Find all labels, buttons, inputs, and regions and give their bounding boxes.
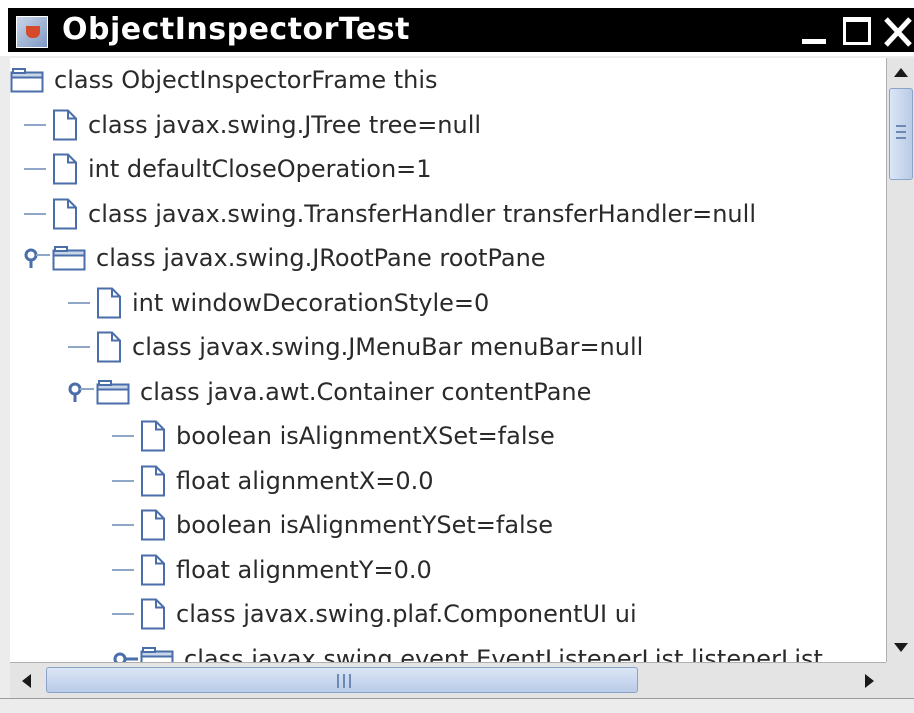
file-icon (140, 509, 166, 541)
tree-node-label: class javax.swing.plaf.ComponentUI ui (176, 600, 637, 628)
tree-node-leaf[interactable]: boolean isAlignmentYSet=false (112, 503, 553, 547)
tree-node-branch[interactable]: class javax.swing.event.EventListenerLis… (112, 637, 823, 663)
arrow-down-icon (894, 643, 908, 652)
tree-node-label: float alignmentX=0.0 (176, 466, 434, 495)
java-app-icon[interactable] (16, 16, 48, 48)
tree-connector-line (68, 301, 90, 304)
scroll-left-button[interactable] (14, 669, 40, 693)
file-icon (140, 420, 166, 452)
file-icon (96, 331, 122, 363)
grip-icon (896, 137, 906, 139)
horizontal-scroll-thumb[interactable] (46, 667, 638, 693)
tree-node-leaf[interactable]: float alignmentY=0.0 (112, 548, 432, 592)
folder-icon (10, 67, 44, 93)
window: ObjectInspectorTest class ObjectInspecto… (0, 0, 914, 713)
tree-node-label: int windowDecorationStyle=0 (132, 288, 490, 317)
folder-icon (96, 379, 130, 405)
tree-connector-line (112, 524, 134, 526)
grip-icon (349, 674, 351, 688)
close-button[interactable] (880, 14, 914, 48)
collapsed-handle-icon[interactable] (112, 647, 140, 662)
tree-node-branch[interactable]: class java.awt.Container contentPane (68, 370, 591, 414)
tree-node-label: class javax.swing.JTree tree=null (88, 110, 482, 139)
tree-connector-line (112, 479, 134, 482)
vertical-scroll-thumb[interactable] (889, 88, 913, 180)
grip-icon (896, 125, 906, 127)
scroll-corner (886, 662, 914, 698)
tree-node-leaf[interactable]: class javax.swing.TransferHandler transf… (24, 192, 756, 236)
horizontal-scrollbar[interactable] (10, 662, 886, 698)
tree-connector-line (112, 568, 134, 571)
tree-node-label: class javax.swing.TransferHandler transf… (88, 199, 756, 228)
file-icon (140, 598, 166, 630)
scroll-up-button[interactable] (889, 60, 913, 86)
window-bottom-edge (0, 698, 914, 713)
scroll-right-button[interactable] (856, 669, 882, 693)
tree-connector-line (112, 435, 134, 437)
tree-node-label: class ObjectInspectorFrame this (54, 66, 438, 94)
tree-connector-line (24, 212, 46, 215)
file-icon (140, 554, 166, 586)
arrow-up-icon (894, 68, 908, 77)
expanded-handle-icon[interactable] (24, 246, 52, 270)
tree-node-leaf[interactable]: int defaultCloseOperation=1 (24, 147, 432, 191)
tree-node-label: float alignmentY=0.0 (176, 555, 432, 584)
tree-node-leaf[interactable]: class javax.swing.plaf.ComponentUI ui (112, 592, 637, 636)
tree-connector-line (112, 613, 134, 615)
close-icon (884, 17, 912, 47)
tree-node-leaf[interactable]: int windowDecorationStyle=0 (68, 281, 489, 325)
file-icon (52, 153, 78, 185)
tree-node-leaf[interactable]: boolean isAlignmentXSet=false (112, 414, 555, 458)
tree-node-label: class javax.swing.event.EventListenerLis… (184, 644, 823, 663)
grip-icon (343, 674, 345, 688)
file-icon (140, 465, 166, 497)
tree-connector-line (68, 346, 90, 348)
tree-node-leaf[interactable]: class javax.swing.JTree tree=null (24, 103, 481, 147)
file-icon (52, 109, 78, 141)
vertical-scrollbar[interactable] (886, 58, 914, 662)
window-title: ObjectInspectorTest (62, 12, 410, 47)
file-icon (96, 287, 122, 319)
folder-icon (52, 245, 86, 271)
tree-node-label: class javax.swing.JRootPane rootPane (96, 244, 546, 272)
scroll-down-button[interactable] (889, 634, 913, 660)
arrow-right-icon (865, 674, 874, 688)
tree-node-label: class javax.swing.JMenuBar menuBar=null (132, 333, 644, 361)
tree-node-label: class java.awt.Container contentPane (140, 377, 592, 406)
tree-node-branch[interactable]: class javax.swing.JRootPane rootPane (24, 236, 546, 280)
object-tree[interactable]: class ObjectInspectorFrame this class jav… (10, 58, 886, 662)
tree-node-label: boolean isAlignmentXSet=false (176, 422, 555, 450)
grip-icon (337, 674, 339, 688)
arrow-left-icon (22, 674, 31, 688)
maximize-button[interactable] (840, 14, 874, 48)
tree-connector-line (24, 168, 46, 170)
expanded-handle-icon[interactable] (68, 380, 96, 404)
title-bar[interactable]: ObjectInspectorTest (0, 0, 914, 56)
tree-node-leaf[interactable]: float alignmentX=0.0 (112, 459, 434, 503)
tree-connector-line (24, 123, 46, 126)
grip-icon (896, 131, 906, 133)
folder-icon (140, 646, 174, 662)
tree-node-label: int defaultCloseOperation=1 (88, 155, 432, 183)
minimize-button[interactable] (798, 14, 832, 48)
tree-node-leaf[interactable]: class javax.swing.JMenuBar menuBar=null (68, 325, 643, 369)
tree-node-label: boolean isAlignmentYSet=false (176, 511, 553, 539)
tree-node-branch[interactable]: class ObjectInspectorFrame this (10, 58, 438, 102)
file-icon (52, 198, 78, 230)
